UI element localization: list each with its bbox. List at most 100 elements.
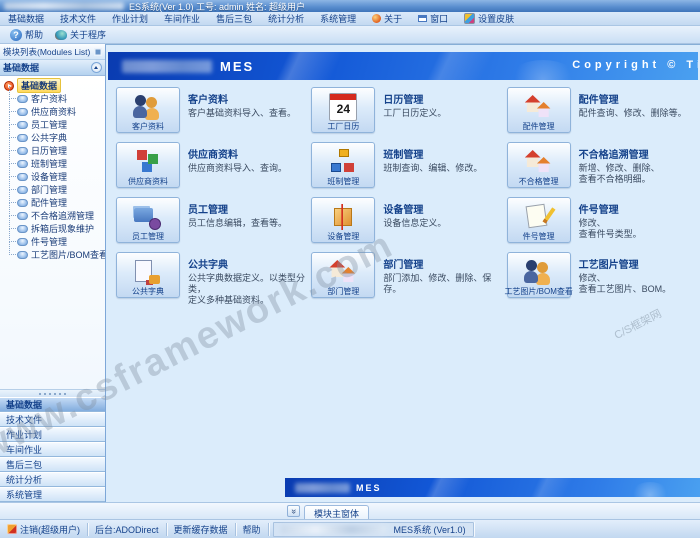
tree-item[interactable]: 配件管理 [4, 196, 105, 209]
mdi-tab-strip: 模块主窗体 [0, 502, 700, 519]
menu-item[interactable]: 基础数据 [0, 12, 52, 25]
version-label: MES系统 (Ver1.0) [394, 523, 466, 536]
module-tile-button[interactable]: 工艺图片/BOM查看 [507, 252, 571, 298]
module-tile-button[interactable]: 班制管理 [311, 142, 375, 188]
sidebar-nav-button[interactable]: 系统管理 [0, 487, 105, 502]
menu-item[interactable]: 系统管理 [312, 12, 364, 25]
tree-item[interactable]: 件号管理 [4, 235, 105, 248]
toolbar-button[interactable]: 帮助 [4, 27, 49, 42]
module-tile-button[interactable]: 客户资料 [116, 87, 180, 133]
logout-label: 注销(超级用户) [20, 523, 80, 536]
module-tile-button[interactable]: 24 工厂日历 [311, 87, 375, 133]
collapse-icon[interactable] [91, 62, 102, 73]
module-title[interactable]: 工艺图片管理 [579, 256, 672, 271]
menu-item[interactable]: 车间作业 [156, 12, 208, 25]
module-icon [134, 258, 162, 286]
sidebar-nav: 基础数据 技术文件 作业计划 车间作业 售后三包 [0, 397, 105, 502]
module-icon [329, 258, 357, 286]
panel-menu-icon[interactable] [94, 48, 102, 56]
module-desc: 配件查询、修改、删除等。 [579, 108, 687, 119]
menu-item-label: 系统管理 [320, 12, 356, 25]
menu-item[interactable]: 关于 [364, 12, 410, 25]
sidebar-nav-label: 系统管理 [6, 488, 42, 501]
tree-item[interactable]: 公共字典 [4, 131, 105, 144]
menu-item-label: 统计分析 [268, 12, 304, 25]
sidebar-nav-button[interactable]: 售后三包 [0, 457, 105, 472]
tree-item[interactable]: 设备管理 [4, 170, 105, 183]
module-title[interactable]: 配件管理 [579, 91, 687, 106]
sidebar-nav-button[interactable]: 车间作业 [0, 442, 105, 457]
module-title[interactable]: 部门管理 [383, 256, 500, 271]
tree-item[interactable]: 部门管理 [4, 183, 105, 196]
module-title[interactable]: 设备管理 [383, 201, 446, 216]
tab-module-main-form[interactable]: 模块主窗体 [304, 505, 369, 520]
toolbar-button-label: 帮助 [25, 28, 43, 41]
redacted-logo [122, 60, 212, 73]
tree-item[interactable]: 不合格追溯管理 [4, 209, 105, 222]
module-icon [525, 258, 553, 286]
sidebar-nav-button[interactable]: 统计分析 [0, 472, 105, 487]
tree-item[interactable]: 供应商资料 [4, 105, 105, 118]
splitter-grip[interactable] [0, 389, 105, 397]
tree-item[interactable]: 班制管理 [4, 157, 105, 170]
module-tile-button[interactable]: 配件管理 [507, 87, 571, 133]
module-desc: 员工信息编辑，查看等。 [188, 218, 287, 229]
sidebar-nav-label: 基础数据 [6, 398, 42, 411]
menu-bar: 基础数据 技术文件 作业计划 车间作业 售后三包 [0, 12, 700, 26]
menu-item[interactable]: 作业计划 [104, 12, 156, 25]
tree-item[interactable]: 客户资料 [4, 92, 105, 105]
tree-item[interactable]: 基础数据 [4, 79, 105, 92]
tree-item-label: 班制管理 [31, 157, 67, 170]
tree-item[interactable]: 员工管理 [4, 118, 105, 131]
module-title[interactable]: 公共字典 [188, 256, 305, 271]
module-title[interactable]: 件号管理 [579, 201, 642, 216]
toolbar-button[interactable]: 关于程序 [49, 27, 112, 42]
menu-item[interactable]: 窗口 [410, 12, 456, 25]
sidebar-nav-button[interactable]: 基础数据 [0, 397, 105, 412]
menu-item[interactable]: 售后三包 [208, 12, 260, 25]
module-icon [134, 93, 162, 121]
module-tile: 不合格管理 不合格追溯管理 新增、修改、删除、 查看不合格明细。 [507, 142, 696, 192]
tab-dropdown-icon[interactable] [287, 505, 300, 517]
module-title[interactable]: 供应商资料 [188, 146, 287, 161]
module-tile-button[interactable]: 员工管理 [116, 197, 180, 243]
sidebar-nav-button[interactable]: 作业计划 [0, 427, 105, 442]
module-tile-text: 日历管理 工厂日历定义。 [383, 87, 446, 119]
module-title[interactable]: 日历管理 [383, 91, 446, 106]
sidebar-nav-button[interactable]: 技术文件 [0, 412, 105, 427]
module-tile-button[interactable]: 不合格管理 [507, 142, 571, 188]
help-button[interactable]: 帮助 [236, 523, 269, 536]
sidebar-nav-label: 统计分析 [6, 473, 42, 486]
module-tile-button[interactable]: 供应商资料 [116, 142, 180, 188]
tree-item[interactable]: 工艺图片/BOM查看 [4, 248, 105, 261]
module-title[interactable]: 班制管理 [383, 146, 482, 161]
module-tile-button[interactable]: 公共字典 [116, 252, 180, 298]
tree-item[interactable]: 拆箱后现象维护 [4, 222, 105, 235]
tree-item-label: 件号管理 [31, 235, 67, 248]
sidebar-group-header[interactable]: 基础数据 [0, 60, 105, 76]
menu-item[interactable]: 设置皮肤 [456, 12, 522, 25]
tree-item-icon [17, 134, 28, 142]
tree-item-label: 员工管理 [31, 118, 67, 131]
menu-item-icon [372, 14, 381, 23]
refresh-cache-label: 更新缓存数据 [174, 523, 228, 536]
tree-item[interactable]: 日历管理 [4, 144, 105, 157]
menu-item[interactable]: 统计分析 [260, 12, 312, 25]
tree-item-label: 不合格追溯管理 [31, 209, 94, 222]
sidebar-group-label: 基础数据 [3, 61, 39, 74]
module-tiles: 客户资料 客户资料 客户基础资料导入、查看。 24 工厂日历 日历管理 工 [116, 87, 696, 302]
module-tile-button[interactable]: 设备管理 [311, 197, 375, 243]
module-tile-button-label: 配件管理 [523, 121, 555, 132]
refresh-cache-button[interactable]: 更新缓存数据 [167, 523, 236, 536]
logout-button[interactable]: 注销(超级用户) [0, 523, 88, 536]
module-title[interactable]: 不合格追溯管理 [579, 146, 660, 161]
menu-item[interactable]: 技术文件 [52, 12, 104, 25]
main-workspace: MES Copyright © Ti 客户资料 客户资料 客户基础资料导入、查看… [106, 44, 700, 502]
module-tile-button-label: 工艺图片/BOM查看 [504, 286, 572, 297]
backend-status[interactable]: 后台:ADODirect [88, 523, 167, 536]
module-tile-button[interactable]: 件号管理 [507, 197, 571, 243]
menu-item-icon [464, 13, 475, 24]
module-title[interactable]: 员工管理 [188, 201, 287, 216]
module-tile-button[interactable]: 部门管理 [311, 252, 375, 298]
module-title[interactable]: 客户资料 [188, 91, 296, 106]
